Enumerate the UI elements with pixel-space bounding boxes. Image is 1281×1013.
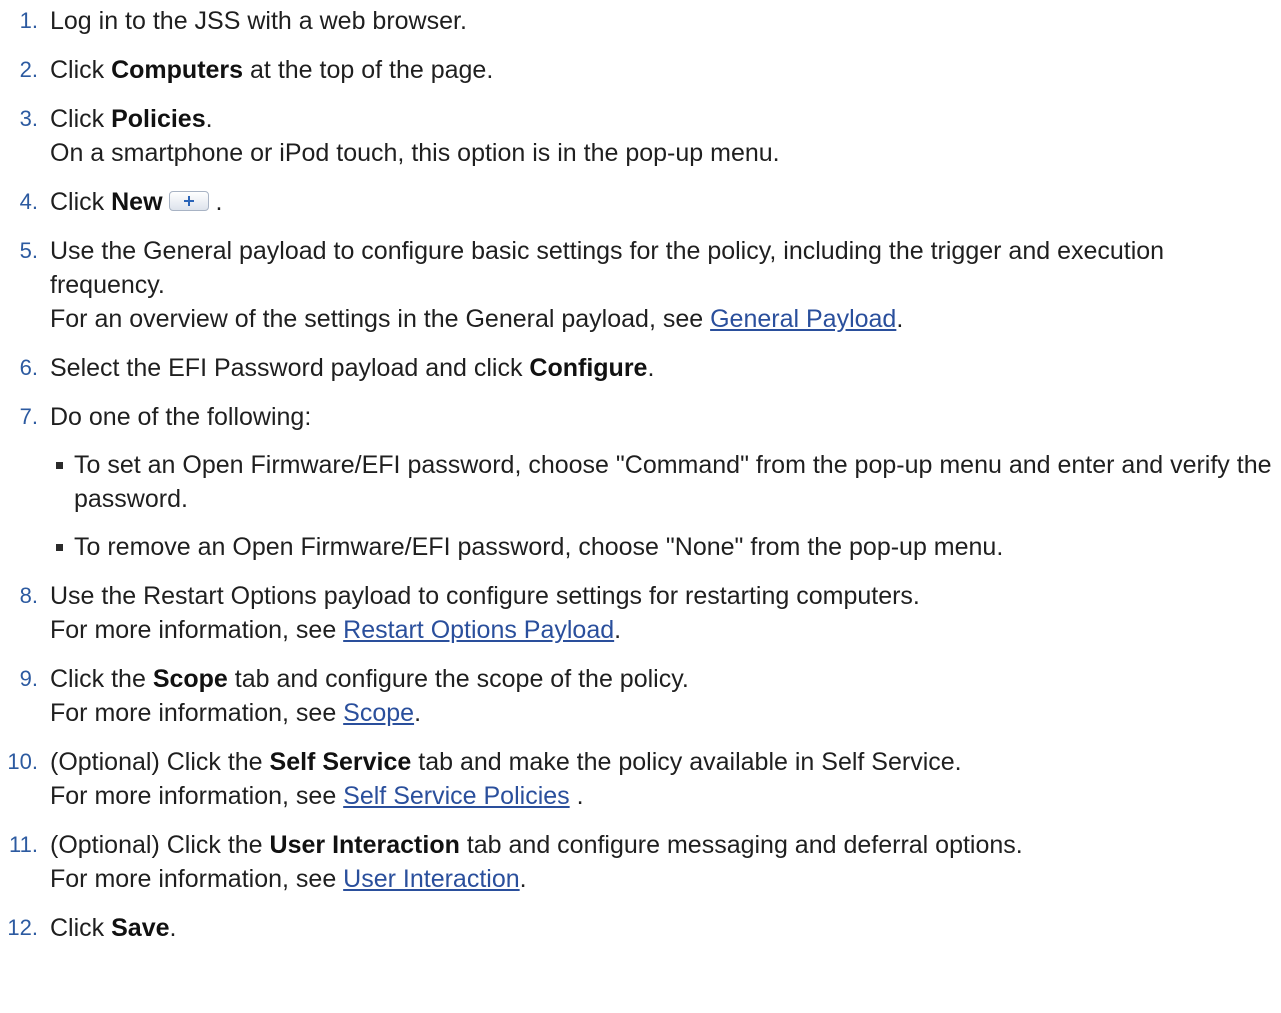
- step-text: Click: [50, 105, 112, 133]
- step-text: tab and configure messaging and deferral…: [459, 831, 1023, 859]
- step-text: .: [414, 699, 422, 727]
- step-number: 11.: [9, 832, 38, 857]
- option-item: To remove an Open Firmware/EFI password,…: [50, 530, 1273, 564]
- step-number: 6.: [19, 355, 38, 380]
- step-text: Click: [50, 56, 112, 84]
- ui-term-user-interaction: User Interaction: [269, 831, 460, 859]
- step-10: 10. (Optional) Click the Self Service ta…: [0, 745, 1281, 813]
- step-7: 7. Do one of the following: To set an Op…: [0, 400, 1281, 564]
- step-8: 8. Use the Restart Options payload to co…: [0, 579, 1281, 647]
- ui-term-new: New: [111, 188, 163, 216]
- step-3: 3. Click Policies. On a smartphone or iP…: [0, 102, 1281, 170]
- step-number: 1.: [19, 8, 38, 33]
- step-text: (Optional) Click the: [50, 831, 270, 859]
- ui-term-configure: Configure: [529, 354, 648, 382]
- bullet-icon: [56, 544, 63, 551]
- new-button-image: [168, 191, 209, 212]
- step-text: Select the EFI Password payload and clic…: [50, 354, 530, 382]
- step-text: .: [169, 914, 177, 942]
- option-item: To set an Open Firmware/EFI password, ch…: [50, 448, 1273, 516]
- step-text: at the top of the page.: [243, 56, 494, 84]
- ui-term-self-service: Self Service: [269, 748, 412, 776]
- step-number: 8.: [19, 583, 38, 608]
- step-6: 6. Select the EFI Password payload and c…: [0, 351, 1281, 385]
- step-number: 10.: [7, 749, 38, 774]
- step-number: 4.: [19, 189, 38, 214]
- step-text: .: [205, 105, 213, 133]
- step-number: 9.: [19, 666, 38, 691]
- step-number: 3.: [19, 106, 38, 131]
- ui-term-save: Save: [111, 914, 170, 942]
- plus-icon: [183, 196, 194, 207]
- step-number: 2.: [19, 57, 38, 82]
- ui-term-computers: Computers: [111, 56, 244, 84]
- step-text: tab and make the policy available in Sel…: [411, 748, 962, 776]
- step-text: tab and configure the scope of the polic…: [227, 665, 689, 693]
- step-4: 4. Click New .: [0, 185, 1281, 219]
- step-text: .: [569, 782, 584, 810]
- step-12: 12. Click Save.: [0, 911, 1281, 945]
- step-text: .: [519, 865, 527, 893]
- step-text: .: [614, 616, 622, 644]
- step-number: 12.: [7, 915, 38, 940]
- step-text: .: [896, 305, 904, 333]
- step-1: 1. Log in to the JSS with a web browser.: [0, 4, 1281, 38]
- step-text: Use the General payload to configure bas…: [50, 237, 1165, 299]
- step-text: Click: [50, 188, 112, 216]
- link-scope[interactable]: Scope: [343, 699, 414, 727]
- step-note: For more information, see: [50, 699, 344, 727]
- step-text: (Optional) Click the: [50, 748, 270, 776]
- step-note: For more information, see: [50, 782, 344, 810]
- step-11: 11. (Optional) Click the User Interactio…: [0, 828, 1281, 896]
- link-restart-options-payload[interactable]: Restart Options Payload: [343, 616, 614, 644]
- step-text: .: [208, 188, 223, 216]
- step-note: On a smartphone or iPod touch, this opti…: [50, 139, 780, 167]
- bullet-icon: [56, 462, 63, 469]
- step-number: 7.: [19, 404, 38, 429]
- step-text: .: [647, 354, 655, 382]
- link-user-interaction[interactable]: User Interaction: [343, 865, 519, 893]
- step-5: 5. Use the General payload to configure …: [0, 234, 1281, 336]
- step-9: 9. Click the Scope tab and configure the…: [0, 662, 1281, 730]
- link-self-service-policies[interactable]: Self Service Policies: [343, 782, 569, 810]
- option-text: To set an Open Firmware/EFI password, ch…: [74, 451, 1272, 513]
- step-note: For more information, see: [50, 616, 344, 644]
- step-text: Do one of the following:: [50, 403, 312, 431]
- link-general-payload[interactable]: General Payload: [710, 305, 896, 333]
- option-list: To set an Open Firmware/EFI password, ch…: [50, 448, 1273, 564]
- step-text: Click the: [50, 665, 153, 693]
- step-text: Log in to the JSS with a web browser.: [50, 7, 467, 35]
- ui-term-scope: Scope: [152, 665, 228, 693]
- step-number: 5.: [19, 238, 38, 263]
- step-text: Click: [50, 914, 112, 942]
- ui-term-policies: Policies: [111, 105, 206, 133]
- step-note: For more information, see: [50, 865, 344, 893]
- step-text: Use the Restart Options payload to confi…: [50, 582, 920, 610]
- procedure-document: 1. Log in to the JSS with a web browser.…: [0, 0, 1281, 945]
- step-note: For an overview of the settings in the G…: [50, 305, 711, 333]
- step-2: 2. Click Computers at the top of the pag…: [0, 53, 1281, 87]
- option-text: To remove an Open Firmware/EFI password,…: [74, 533, 1004, 561]
